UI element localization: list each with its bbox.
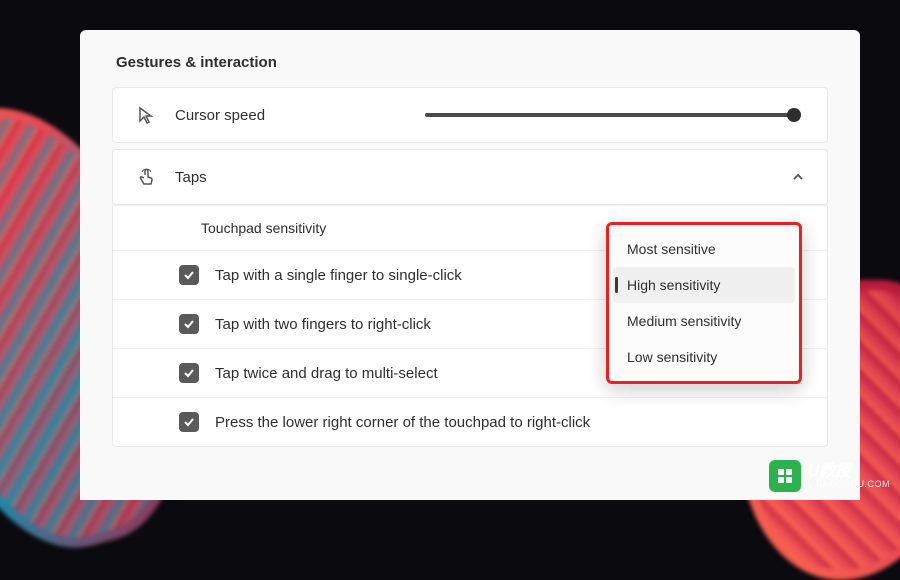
tap-option-label: Tap with a single finger to single-click [215, 267, 462, 284]
dropdown-item-most-sensitive[interactable]: Most sensitive [613, 231, 795, 267]
settings-panel: Gestures & interaction Cursor speed Taps [80, 30, 860, 500]
dropdown-item-medium-sensitivity[interactable]: Medium sensitivity [613, 303, 795, 339]
tap-option-label: Tap with two fingers to right-click [215, 316, 431, 333]
watermark-brand: U教授 [807, 464, 890, 480]
tap-icon [135, 166, 157, 188]
sensitivity-dropdown[interactable]: Most sensitive High sensitivity Medium s… [606, 222, 802, 384]
taps-row[interactable]: Taps [112, 149, 828, 205]
tap-option-label: Press the lower right corner of the touc… [215, 414, 590, 431]
cursor-speed-label: Cursor speed [175, 107, 265, 124]
cursor-speed-slider[interactable] [425, 113, 795, 117]
cursor-icon [135, 104, 157, 126]
slider-thumb[interactable] [787, 108, 801, 122]
watermark: U教授 UJIAOSHOU.COM [769, 460, 890, 492]
checkbox-checked-icon[interactable] [179, 314, 199, 334]
checkbox-checked-icon[interactable] [179, 412, 199, 432]
watermark-logo-icon [769, 460, 801, 492]
checkbox-checked-icon[interactable] [179, 265, 199, 285]
taps-label: Taps [175, 169, 207, 186]
tap-option-row[interactable]: Press the lower right corner of the touc… [113, 397, 827, 446]
dropdown-item-low-sensitivity[interactable]: Low sensitivity [613, 339, 795, 375]
watermark-url: UJIAOSHOU.COM [807, 480, 890, 489]
touchpad-sensitivity-label: Touchpad sensitivity [201, 220, 326, 236]
checkbox-checked-icon[interactable] [179, 363, 199, 383]
cursor-speed-row[interactable]: Cursor speed [112, 87, 828, 143]
dropdown-item-high-sensitivity[interactable]: High sensitivity [613, 267, 795, 303]
chevron-up-icon [791, 170, 805, 184]
section-title: Gestures & interaction [80, 30, 860, 87]
tap-option-label: Tap twice and drag to multi-select [215, 365, 438, 382]
